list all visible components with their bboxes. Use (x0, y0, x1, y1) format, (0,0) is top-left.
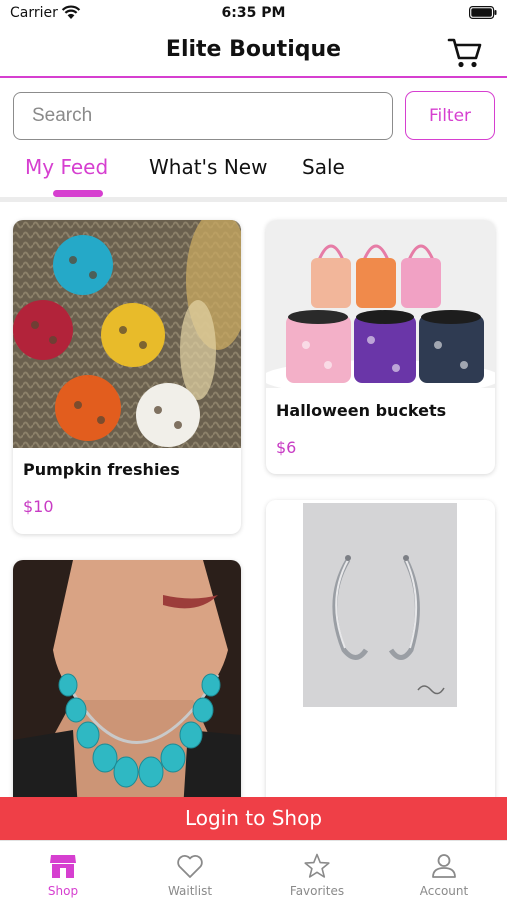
tabbar-label: Shop (47, 884, 79, 898)
tab-sale[interactable]: Sale (302, 155, 345, 179)
product-image (266, 220, 495, 388)
product-name: Halloween buckets (276, 401, 447, 420)
product-card-earrings[interactable] (266, 500, 495, 810)
shop-icon (50, 855, 76, 878)
tabbar-label: Favorites (289, 884, 345, 898)
product-card-necklace[interactable] (13, 560, 241, 810)
battery-icon (469, 6, 497, 19)
login-to-shop-button[interactable]: Login to Shop (0, 797, 507, 840)
star-icon (304, 853, 330, 878)
status-time: 6:35 PM (221, 5, 286, 21)
product-name: Pumpkin freshies (23, 460, 180, 479)
product-card-pumpkin-freshies[interactable]: Pumpkin freshies $10 (13, 220, 241, 534)
tab-whats-new[interactable]: What's New (149, 155, 267, 179)
tabbar-favorites[interactable]: Favorites (254, 841, 380, 900)
tab-my-feed[interactable]: My Feed (25, 155, 108, 179)
product-card-halloween-buckets[interactable]: Halloween buckets $6 (266, 220, 495, 474)
heart-icon (177, 855, 203, 878)
product-image (13, 560, 241, 810)
tab-bar: Shop Waitlist Favorites Account (0, 840, 507, 900)
navigation-bar: Elite Boutique (0, 28, 507, 78)
filter-button[interactable]: Filter (405, 91, 495, 140)
tabbar-waitlist[interactable]: Waitlist (127, 841, 253, 900)
tabbar-label: Waitlist (167, 884, 213, 898)
active-tab-indicator (53, 190, 103, 197)
person-icon (432, 854, 456, 878)
product-image (266, 500, 495, 710)
product-price: $6 (276, 438, 297, 457)
tabbar-shop[interactable]: Shop (0, 841, 126, 900)
tabs-divider (0, 197, 507, 202)
tabbar-label: Account (419, 884, 469, 898)
tabbar-account[interactable]: Account (381, 841, 507, 900)
cart-icon[interactable] (447, 36, 483, 70)
status-bar: Carrier 6:35 PM (0, 0, 507, 28)
product-image (13, 220, 241, 448)
product-price: $10 (23, 497, 54, 516)
search-input[interactable] (13, 92, 393, 140)
page-title: Elite Boutique (165, 37, 342, 62)
